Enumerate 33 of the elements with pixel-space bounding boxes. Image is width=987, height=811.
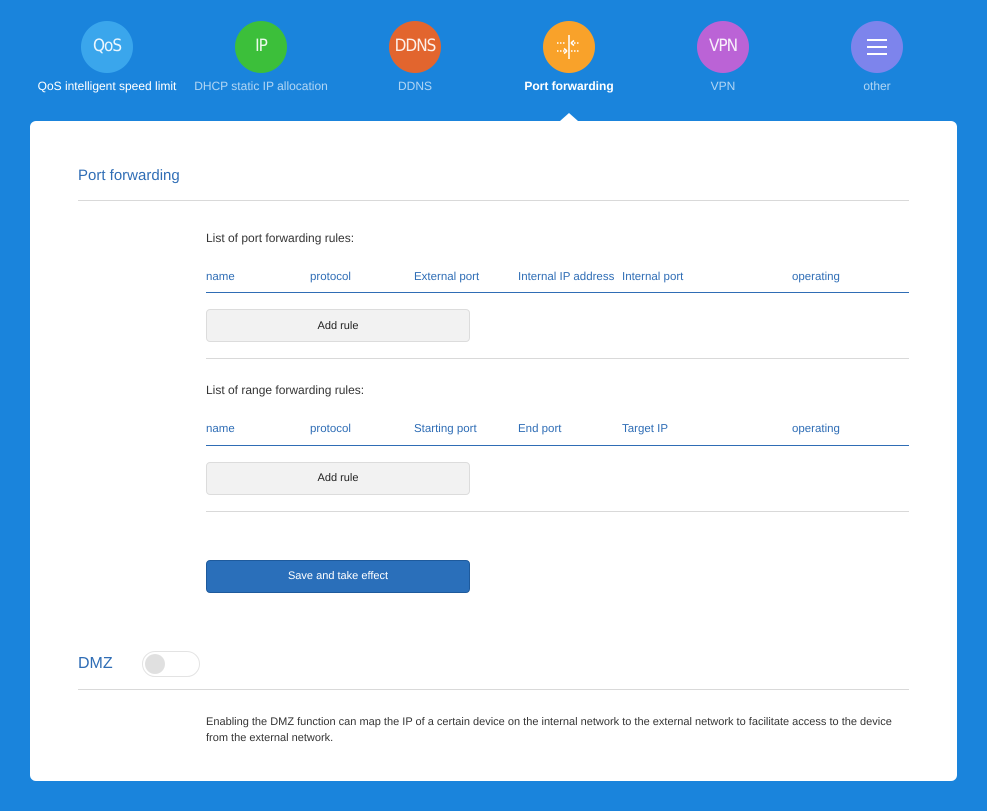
- nav-tab[interactable]: VPN: [710, 77, 736, 95]
- column-header: End port: [518, 422, 562, 438]
- add-rule-button[interactable]: Add rule: [206, 309, 470, 342]
- column-header: Internal IP address: [518, 270, 616, 285]
- dmz-label: DMZ: [78, 654, 114, 674]
- column-header: Starting port: [414, 422, 478, 438]
- save-button[interactable]: Save and take effect: [206, 560, 470, 592]
- list-caption: List of range forwarding rules:: [206, 382, 366, 400]
- column-header: protocol: [310, 422, 352, 438]
- nav-tab[interactable]: other: [863, 77, 891, 95]
- column-header: Internal port: [622, 270, 684, 285]
- nav-tab[interactable]: DDNS: [398, 77, 432, 95]
- column-header: name: [206, 270, 236, 285]
- nav-tab[interactable]: DHCP static IP allocation: [194, 77, 328, 95]
- menu-icon[interactable]: [851, 21, 903, 73]
- nav-tab[interactable]: Port forwarding: [524, 77, 614, 95]
- nav-icon-button[interactable]: DDNS: [389, 21, 441, 73]
- port-forwarding-icon[interactable]: [543, 21, 595, 73]
- nav-icon-button[interactable]: IP: [235, 21, 287, 73]
- section-title: Port forwarding: [78, 166, 181, 186]
- list-caption: List of port forwarding rules:: [206, 230, 356, 247]
- dmz-description: Enabling the DMZ function can map the IP of a certain device on the internal network to the external network to facilitate access to the device from the external network.: [206, 714, 893, 746]
- column-header: protocol: [310, 270, 352, 285]
- column-header: External port: [414, 270, 480, 285]
- column-header: Target IP: [622, 422, 670, 438]
- column-header: name: [206, 422, 236, 438]
- nav-tab[interactable]: QoS intelligent speed limit: [38, 77, 176, 95]
- column-header: operating: [792, 270, 841, 285]
- nav-icon-button[interactable]: QoS: [81, 21, 133, 73]
- column-header: operating: [792, 422, 841, 438]
- add-rule-button[interactable]: Add rule: [206, 462, 470, 494]
- dmz-toggle[interactable]: [142, 650, 200, 676]
- nav-icon-button[interactable]: VPN: [697, 21, 749, 73]
